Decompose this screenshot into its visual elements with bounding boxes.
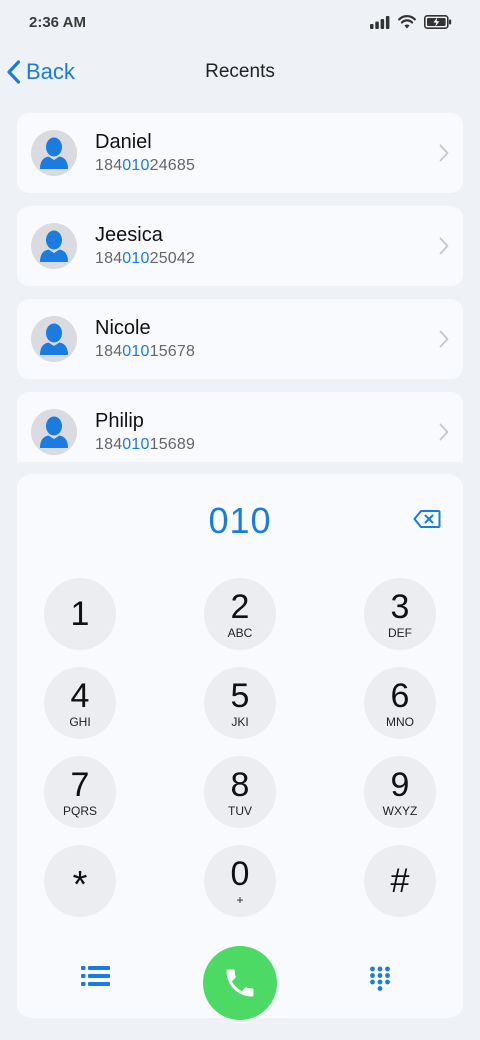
contact-number: 18401015678 xyxy=(95,342,196,360)
contact-row-nicole[interactable]: Nicole 18401015678 xyxy=(17,299,463,379)
key-letters: PQRS xyxy=(62,803,97,818)
key-digit: 6 xyxy=(390,676,410,715)
key-2[interactable]: 2 ABC xyxy=(204,578,276,650)
number-match-highlight: 010 xyxy=(122,342,150,360)
key-8[interactable]: 8 TUV xyxy=(204,756,276,828)
back-label: Back xyxy=(26,59,75,84)
wifi-icon xyxy=(398,15,416,29)
battery-charging-icon xyxy=(424,15,452,29)
key-3[interactable]: 3 DEF xyxy=(364,578,436,650)
number-match-highlight: 010 xyxy=(122,249,150,267)
key-9[interactable]: 9 WXYZ xyxy=(364,756,436,828)
contact-row-jeesica[interactable]: Jeesica 18401025042 xyxy=(17,206,463,286)
key-digit: 9 xyxy=(390,765,410,804)
chevron-right-icon xyxy=(439,237,449,255)
key-digit: 7 xyxy=(70,765,90,804)
key-letters: ABC xyxy=(227,625,253,640)
key-letters: GHI xyxy=(69,714,91,729)
backspace-icon xyxy=(413,510,441,528)
key-digit: 5 xyxy=(230,676,250,715)
avatar xyxy=(31,316,77,362)
list-icon xyxy=(81,966,110,986)
person-icon xyxy=(40,137,68,169)
phone-screen: 2:36 AM Back Recents Daniel 18401024685 … xyxy=(0,0,480,1040)
chevron-left-icon xyxy=(7,60,21,84)
contact-number: 18401024685 xyxy=(95,156,196,174)
key-letters: + xyxy=(236,892,244,907)
page-title: Recents xyxy=(205,61,275,82)
chevron-right-icon xyxy=(439,144,449,162)
chevron-right-icon xyxy=(439,423,449,441)
key-star[interactable]: * xyxy=(44,845,116,917)
contacts-list-button[interactable] xyxy=(80,964,116,1000)
key-digit: 8 xyxy=(230,765,250,804)
key-digit: 0 xyxy=(230,854,250,893)
key-digit: 3 xyxy=(390,587,410,626)
key-digit: 2 xyxy=(230,587,250,626)
key-6[interactable]: 6 MNO xyxy=(364,667,436,739)
contact-name: Daniel xyxy=(95,130,152,153)
key-letters: DEF xyxy=(388,625,412,640)
status-icons xyxy=(370,15,452,29)
contact-name: Nicole xyxy=(95,316,151,339)
chevron-right-icon xyxy=(439,330,449,348)
person-icon xyxy=(40,416,68,448)
status-time: 2:36 AM xyxy=(29,13,86,31)
key-1[interactable]: 1 xyxy=(44,578,116,650)
dialer-panel: 010 1 2 ABC 3 DEF 4 GHI 5 JKI 6 MNO 7 PQ… xyxy=(17,474,463,1020)
contact-number: 18401015689 xyxy=(95,435,196,453)
signal-icon xyxy=(370,15,390,29)
avatar xyxy=(31,130,77,176)
recents-list[interactable]: Daniel 18401024685 Jeesica 18401025042 N… xyxy=(17,113,463,462)
key-letters: WXYZ xyxy=(382,803,418,818)
contact-row-philip[interactable]: Philip 18401015689 xyxy=(17,392,463,462)
key-letters: TUV xyxy=(228,803,252,818)
key-digit: 1 xyxy=(70,595,90,633)
number-match-highlight: 010 xyxy=(122,156,150,174)
key-4[interactable]: 4 GHI xyxy=(44,667,116,739)
key-digit: 4 xyxy=(70,676,90,715)
key-letters: MNO xyxy=(386,714,414,729)
person-icon xyxy=(40,230,68,262)
key-5[interactable]: 5 JKI xyxy=(204,667,276,739)
dialed-number: 010 xyxy=(208,500,272,541)
contact-name: Philip xyxy=(95,409,144,432)
contact-row-daniel[interactable]: Daniel 18401024685 xyxy=(17,113,463,193)
call-button[interactable] xyxy=(203,946,277,1020)
nav-bar: Back Recents xyxy=(0,44,480,100)
key-hash[interactable]: # xyxy=(364,845,436,917)
key-digit: * xyxy=(72,864,88,906)
person-icon xyxy=(40,323,68,355)
avatar xyxy=(31,409,77,455)
back-button[interactable]: Back xyxy=(6,56,75,88)
avatar xyxy=(31,223,77,269)
backspace-button[interactable] xyxy=(413,509,441,529)
contact-name: Jeesica xyxy=(95,223,163,246)
key-7[interactable]: 7 PQRS xyxy=(44,756,116,828)
key-letters: JKI xyxy=(231,714,249,729)
keypad-toggle-button[interactable] xyxy=(369,966,395,992)
status-bar: 2:36 AM xyxy=(0,0,480,44)
key-0[interactable]: 0 + xyxy=(204,845,276,917)
contact-number: 18401025042 xyxy=(95,249,196,267)
key-digit: # xyxy=(390,862,410,900)
phone-icon xyxy=(226,969,254,997)
dialer-actions xyxy=(17,944,463,1020)
number-match-highlight: 010 xyxy=(122,435,150,453)
keypad-icon xyxy=(370,966,390,991)
